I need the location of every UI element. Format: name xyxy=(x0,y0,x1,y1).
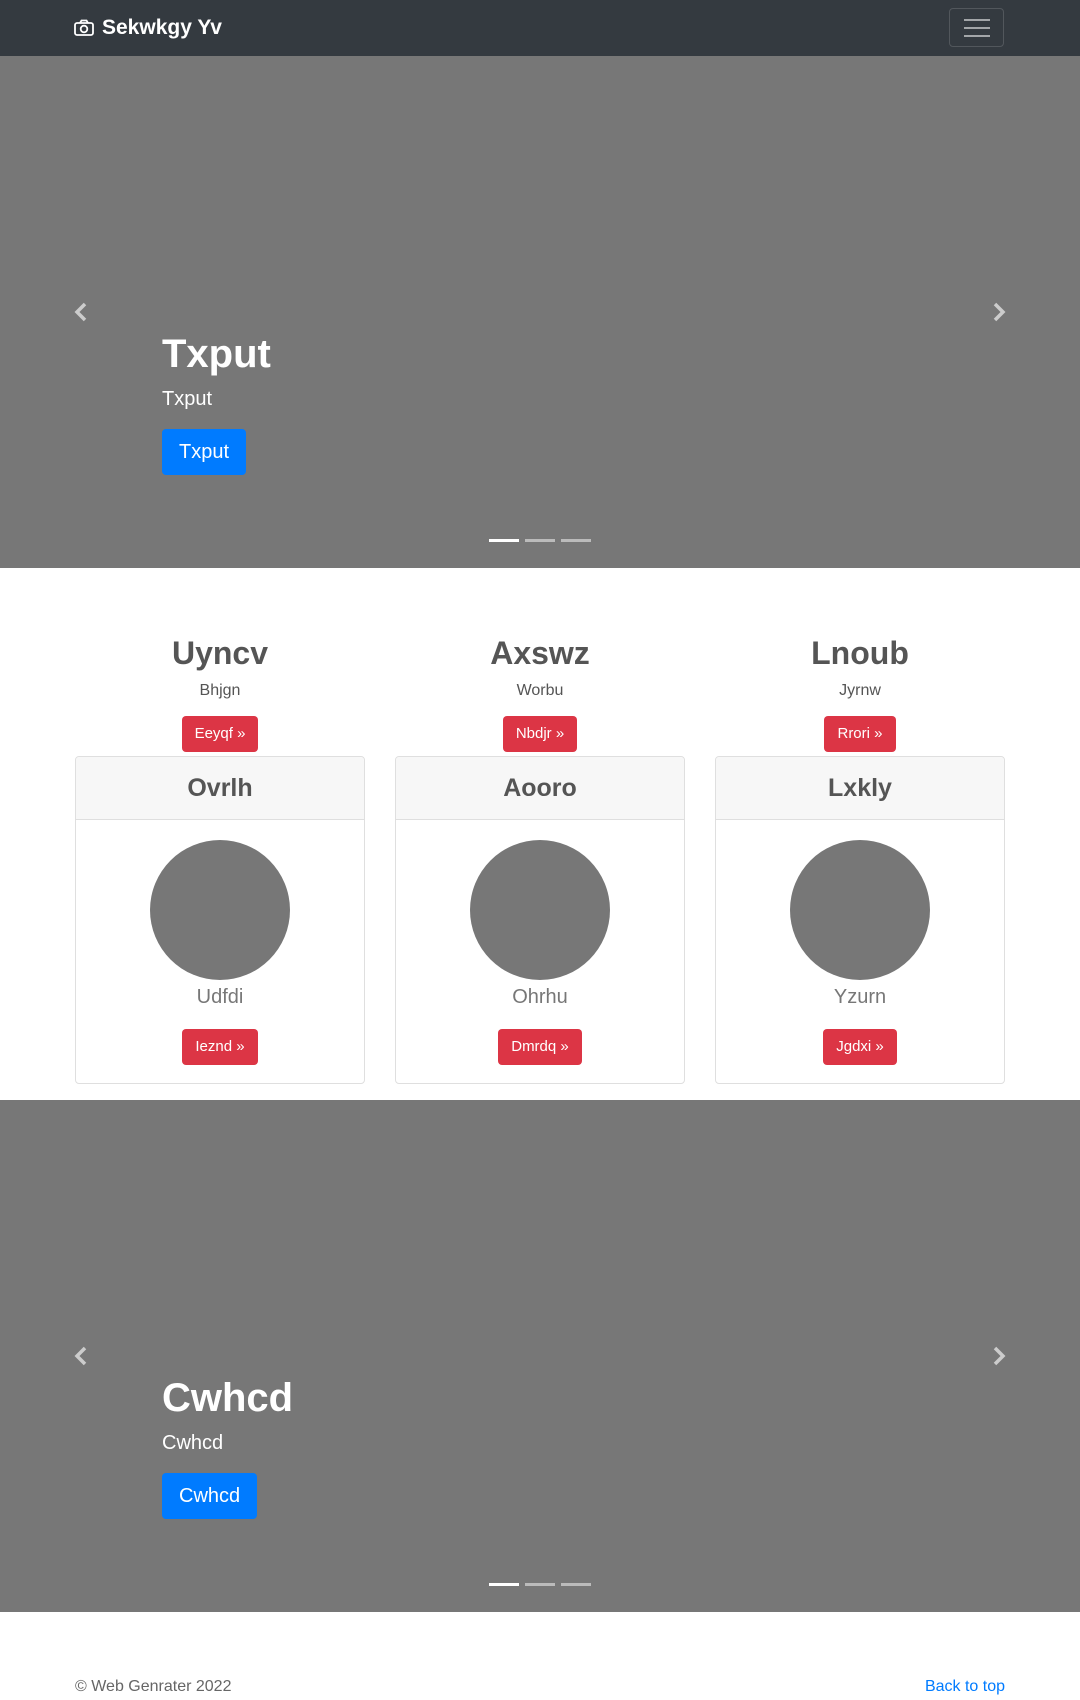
feature-title: Axswz xyxy=(490,635,590,671)
feature-subtitle: Jyrnw xyxy=(839,682,881,700)
carousel-indicator[interactable] xyxy=(561,1583,591,1586)
carousel-indicator[interactable] xyxy=(525,1583,555,1586)
profile-card: Lxkly Yzurn Jgdxi » xyxy=(715,756,1005,1084)
carousel-indicator[interactable] xyxy=(489,1583,519,1586)
navbar: Sekwkgy Yv xyxy=(0,0,1080,56)
chevron-right-icon xyxy=(993,1346,1006,1366)
chevron-right-icon xyxy=(993,302,1006,322)
carousel-indicator[interactable] xyxy=(489,539,519,542)
brand-link[interactable]: Sekwkgy Yv xyxy=(74,0,222,56)
card-button[interactable]: Dmrdq » xyxy=(498,1029,582,1065)
avatar xyxy=(790,840,930,980)
carousel-cta-button[interactable]: Txput xyxy=(162,429,247,475)
hero-carousel-2: Cwhcd Cwhcd Cwhcd xyxy=(0,1100,1080,1612)
card-button[interactable]: Ieznd » xyxy=(182,1029,258,1065)
avatar xyxy=(150,840,290,980)
carousel-next-button[interactable] xyxy=(984,1336,1014,1376)
feature-button[interactable]: Eeyqf » xyxy=(181,716,259,753)
feature-button[interactable]: Nbdjr » xyxy=(502,716,578,753)
chevron-left-icon xyxy=(74,1346,87,1366)
carousel-title: Txput xyxy=(162,332,271,376)
brand-text: Sekwkgy Yv xyxy=(102,16,222,39)
card-header: Aooro xyxy=(396,757,684,820)
carousel-indicators xyxy=(0,539,1080,542)
feature-title: Uyncv xyxy=(171,635,269,671)
profile-card: Ovrlh Udfdi Ieznd » xyxy=(75,756,365,1084)
carousel-cta-button[interactable]: Cwhcd xyxy=(162,1473,258,1519)
feature-column: Lnoub Jyrnw Rrori » xyxy=(715,634,1005,753)
card-button[interactable]: Jgdxi » xyxy=(823,1029,897,1065)
carousel-prev-button[interactable] xyxy=(66,1336,96,1376)
feature-column: Axswz Worbu Nbdjr » xyxy=(395,634,685,753)
feature-column: Uyncv Bhjgn Eeyqf » xyxy=(75,634,365,753)
card-header: Ovrlh xyxy=(76,757,364,820)
carousel-next-button[interactable] xyxy=(984,292,1014,332)
card-header: Lxkly xyxy=(716,757,1004,820)
card-name: Yzurn xyxy=(833,986,887,1008)
carousel-title: Cwhcd xyxy=(162,1376,294,1420)
carousel-subtitle: Cwhcd xyxy=(162,1432,224,1454)
back-to-top-link[interactable]: Back to top xyxy=(925,1678,1005,1696)
camera-icon xyxy=(74,19,94,36)
feature-button[interactable]: Rrori » xyxy=(824,716,896,753)
card-name: Ohrhu xyxy=(512,986,568,1008)
navbar-toggler-button[interactable] xyxy=(949,8,1004,47)
carousel-indicators xyxy=(0,1583,1080,1586)
profile-card: Aooro Ohrhu Dmrdq » xyxy=(395,756,685,1084)
carousel-caption: Cwhcd Cwhcd Cwhcd xyxy=(162,1374,293,1519)
footer-copyright: © Web Genrater 2022 xyxy=(75,1678,232,1695)
feature-title: Lnoub xyxy=(811,635,909,671)
carousel-subtitle: Txput xyxy=(162,388,213,410)
carousel-indicator[interactable] xyxy=(525,539,555,542)
card-name: Udfdi xyxy=(196,986,244,1008)
avatar xyxy=(470,840,610,980)
feature-subtitle: Bhjgn xyxy=(199,682,241,700)
hero-carousel-1: Txput Txput Txput xyxy=(0,56,1080,568)
hamburger-icon-bar xyxy=(963,26,990,29)
chevron-left-icon xyxy=(74,302,87,322)
feature-subtitle: Worbu xyxy=(516,682,564,700)
carousel-prev-button[interactable] xyxy=(66,292,96,332)
carousel-indicator[interactable] xyxy=(561,539,591,542)
carousel-caption: Txput Txput Txput xyxy=(162,330,271,475)
hamburger-icon-bar xyxy=(963,34,990,37)
hamburger-icon xyxy=(963,18,990,21)
